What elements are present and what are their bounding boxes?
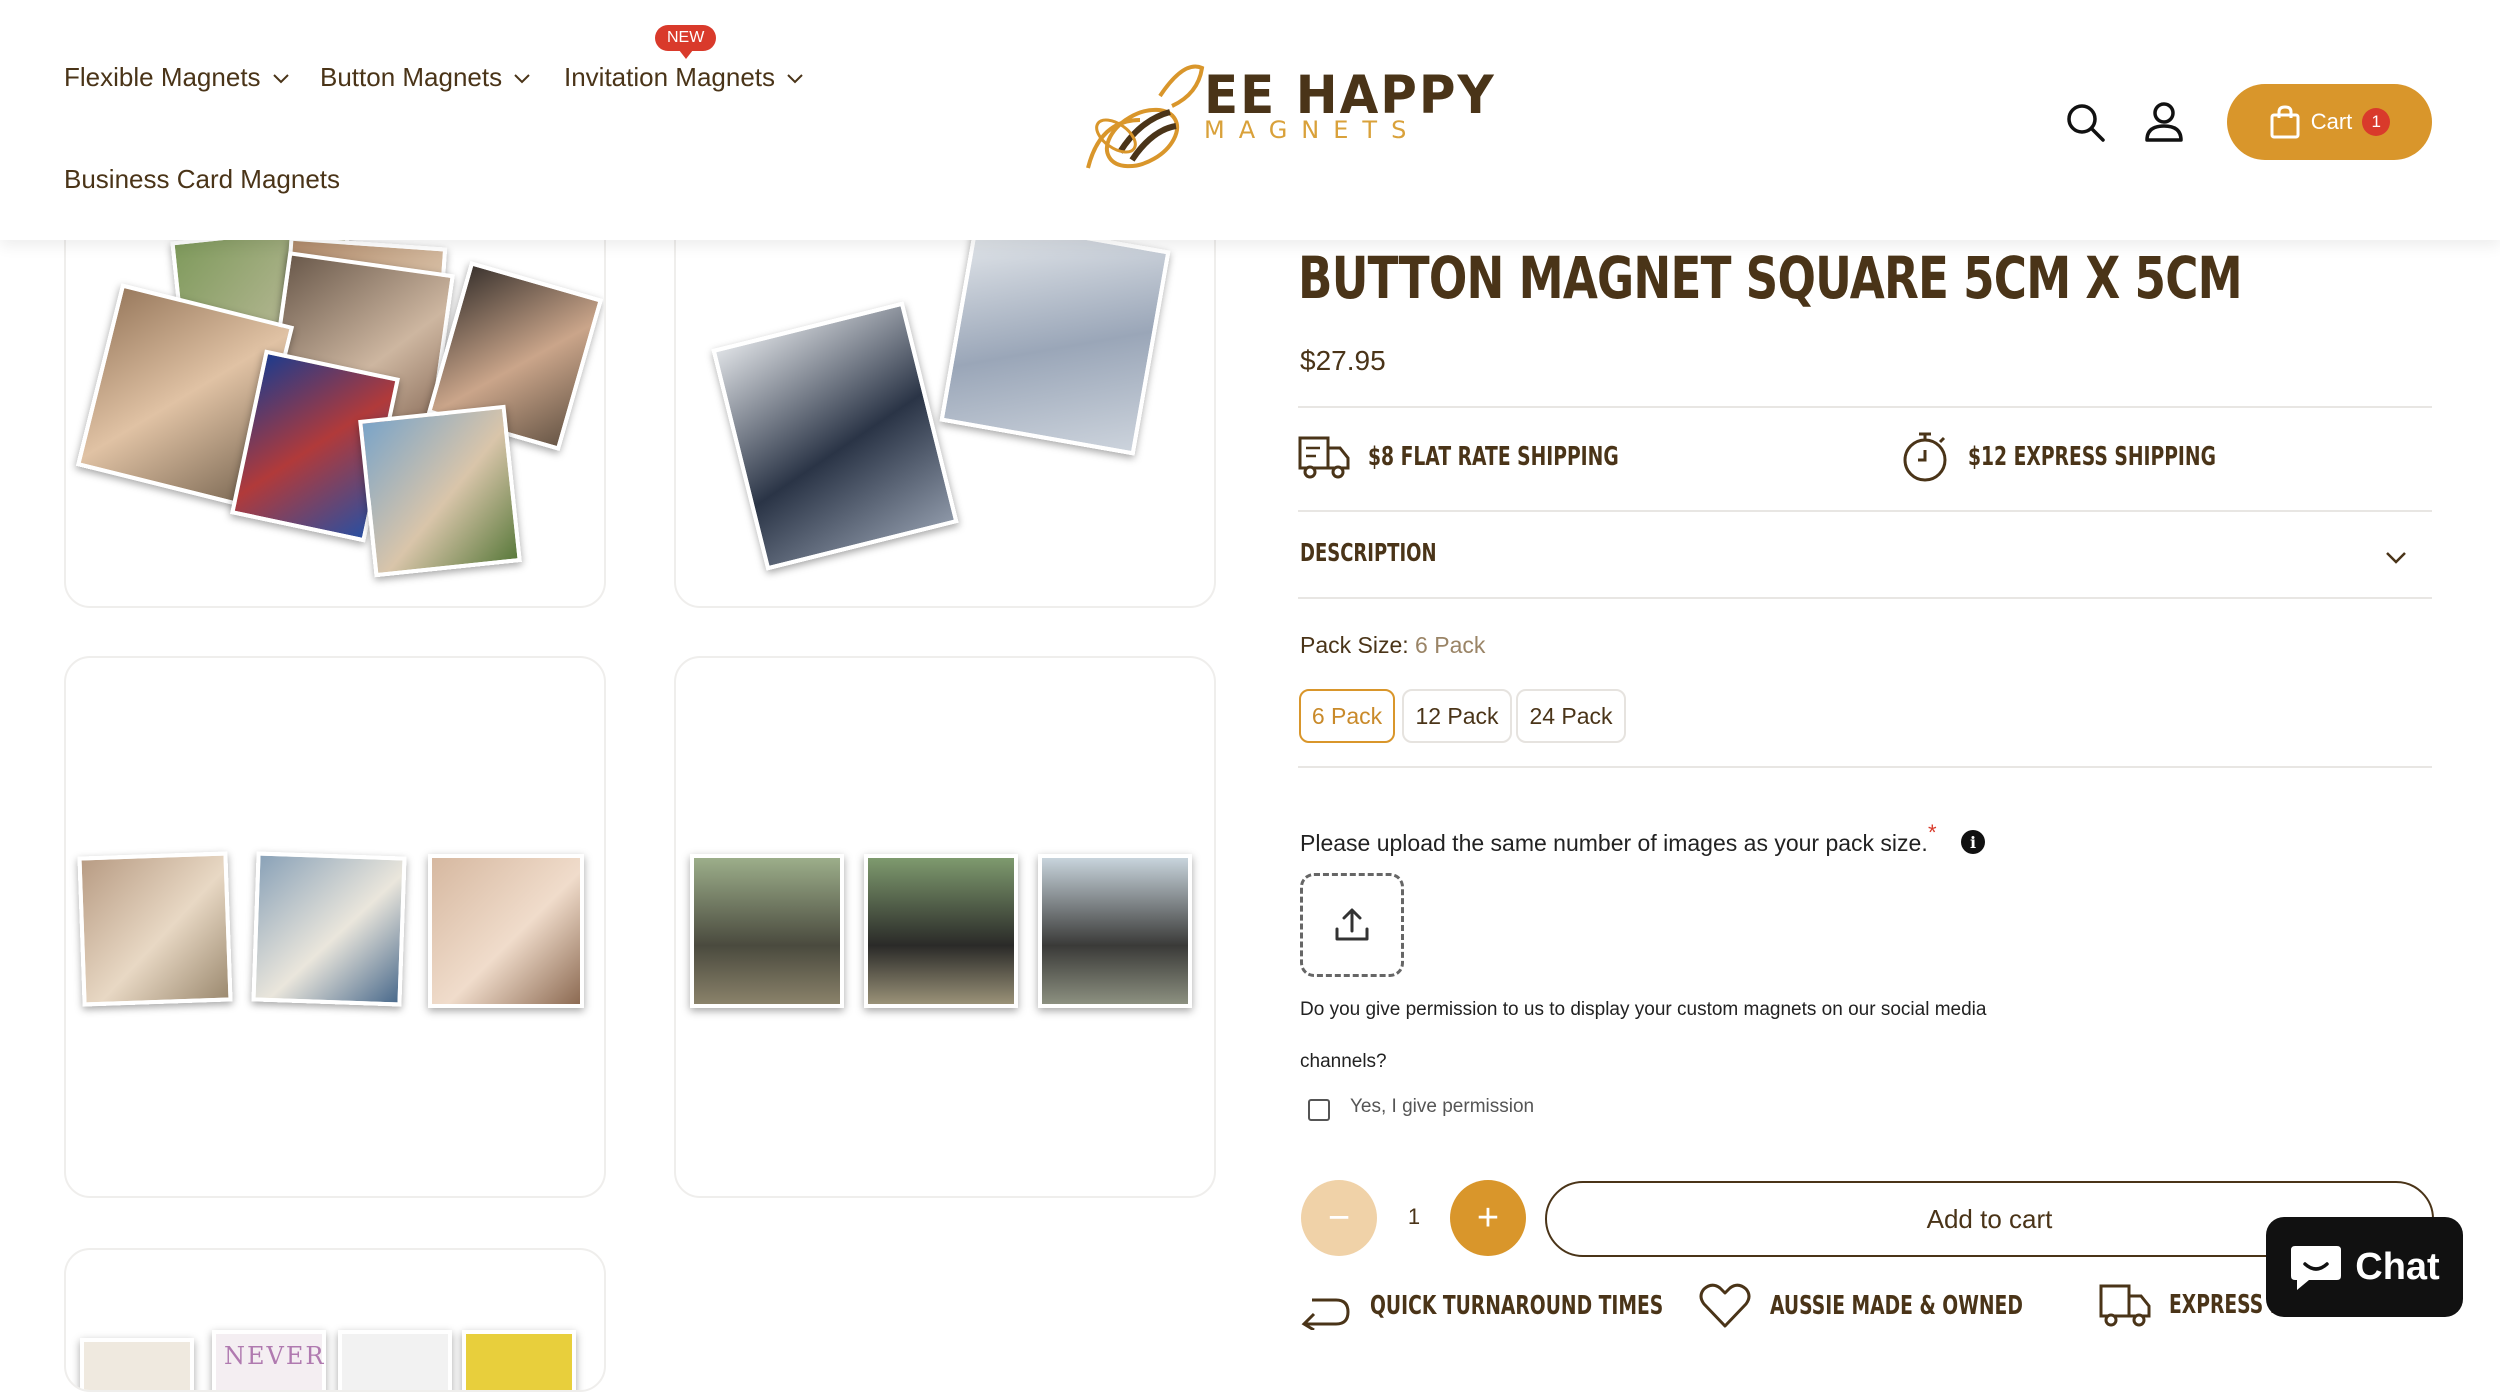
- product-photo: [80, 1338, 194, 1390]
- product-photo: [462, 1330, 576, 1390]
- product-photo: [939, 216, 1171, 456]
- new-badge: NEW: [655, 25, 717, 59]
- quantity-decrease-button[interactable]: −: [1301, 1180, 1377, 1256]
- shipping-flat-rate: $8 FLAT RATE SHIPPING: [1298, 434, 1716, 480]
- divider: [1298, 597, 2432, 599]
- pack-option-12[interactable]: 12 Pack: [1402, 689, 1512, 743]
- product-photo: NEVER: [212, 1330, 326, 1390]
- product-price: $27.95: [1300, 345, 1386, 376]
- pack-size-caption: Pack Size:: [1300, 632, 1409, 658]
- feature-label: QUICK TURNAROUND TIMES: [1370, 1291, 1664, 1321]
- cart-label: Cart: [2310, 109, 2353, 134]
- pack-option-6[interactable]: 6 Pack: [1299, 689, 1395, 743]
- photo-text: NEVER: [224, 1342, 326, 1370]
- upload-instructions: Please upload the same number of images …: [1300, 830, 1928, 856]
- product-photo: [338, 1330, 452, 1390]
- shopping-bag-icon: [2270, 105, 2300, 139]
- product-photo: [690, 854, 844, 1008]
- heart-icon: [1699, 1283, 1751, 1328]
- nav-button-magnets[interactable]: Button Magnets: [320, 62, 532, 93]
- product-photo: [428, 854, 584, 1008]
- stopwatch-icon: [1903, 432, 1947, 482]
- cart-button[interactable]: Cart 1: [2227, 84, 2432, 160]
- return-arrow-icon: [1301, 1298, 1350, 1330]
- shipping-label: $8 FLAT RATE SHIPPING: [1368, 442, 1619, 472]
- site-logo[interactable]: EE HAPPY MAGNETS: [1080, 60, 1494, 180]
- product-photo: [77, 851, 233, 1007]
- quantity-increase-button[interactable]: +: [1450, 1180, 1526, 1256]
- product-photo: [864, 854, 1018, 1008]
- product-photo: [1038, 854, 1192, 1008]
- quantity-value[interactable]: 1: [1400, 1204, 1428, 1230]
- nav-flexible-magnets[interactable]: Flexible Magnets: [64, 62, 291, 93]
- bee-logo-icon: [1086, 64, 1205, 169]
- permission-question-cont: channels?: [1300, 1051, 1387, 1072]
- chat-button[interactable]: Chat: [2266, 1217, 2463, 1317]
- shipping-label: $12 EXPRESS SHIPPING: [1968, 442, 2216, 472]
- nav-label: Invitation Magnets: [564, 62, 776, 92]
- nav-label: Button Magnets: [320, 62, 503, 92]
- divider: [1298, 406, 2432, 408]
- nav-business-card-magnets[interactable]: Business Card Magnets: [64, 164, 340, 195]
- chat-label: Chat: [2355, 1245, 2440, 1288]
- chevron-down-icon: [272, 73, 289, 83]
- permission-checkbox-label[interactable]: Yes, I give permission: [1350, 1096, 1534, 1118]
- pack-size-selected: 6 Pack: [1415, 632, 1486, 658]
- info-icon[interactable]: i: [1961, 830, 1985, 854]
- nav-label: Business Card Magnets: [64, 164, 341, 194]
- nav-invitation-magnets[interactable]: Invitation Magnets: [564, 62, 805, 93]
- permission-checkbox[interactable]: [1308, 1099, 1330, 1121]
- chevron-down-icon[interactable]: [2383, 544, 2409, 570]
- feature-aussie-made: AUSSIE MADE & OWNED: [1698, 1282, 2121, 1330]
- required-mark: *: [1928, 820, 1937, 845]
- description-accordion[interactable]: [1298, 512, 2432, 598]
- divider: [1298, 766, 2432, 768]
- nav-label: Flexible Magnets: [64, 62, 261, 92]
- site-header: Flexible Magnets Button Magnets NEW Invi…: [0, 0, 2500, 240]
- cart-count-badge: 1: [2362, 108, 2391, 136]
- chevron-down-icon: [787, 73, 803, 83]
- chat-bubble-icon: [2291, 1246, 2342, 1290]
- product-photo: [251, 851, 407, 1007]
- product-photo: [711, 301, 959, 571]
- product-title: BUTTON MAGNET SQUARE 5CM X 5CM: [1298, 244, 2243, 312]
- logo-subtext: MAGNETS: [1204, 116, 1421, 144]
- shipping-express: $12 EXPRESS SHIPPING: [1900, 430, 2312, 484]
- feature-label: AUSSIE MADE & OWNED: [1770, 1291, 2023, 1321]
- pack-option-24[interactable]: 24 Pack: [1516, 689, 1626, 743]
- search-icon[interactable]: [2063, 100, 2107, 144]
- product-image-card[interactable]: [64, 656, 606, 1198]
- user-icon[interactable]: [2142, 100, 2186, 144]
- product-photo: [358, 404, 522, 578]
- product-image-card[interactable]: [674, 656, 1216, 1198]
- pack-size-label: Pack Size: 6 Pack: [1300, 632, 1485, 659]
- truck-icon: [1298, 436, 1350, 479]
- upload-icon: [1335, 908, 1369, 941]
- description-label: DESCRIPTION: [1300, 538, 1437, 567]
- truck-icon: [2099, 1284, 2151, 1327]
- upload-button[interactable]: [1300, 873, 1404, 977]
- permission-question: Do you give permission to us to display …: [1300, 999, 1987, 1020]
- product-image-card[interactable]: NEVER: [64, 1248, 606, 1392]
- chevron-down-icon: [514, 73, 530, 83]
